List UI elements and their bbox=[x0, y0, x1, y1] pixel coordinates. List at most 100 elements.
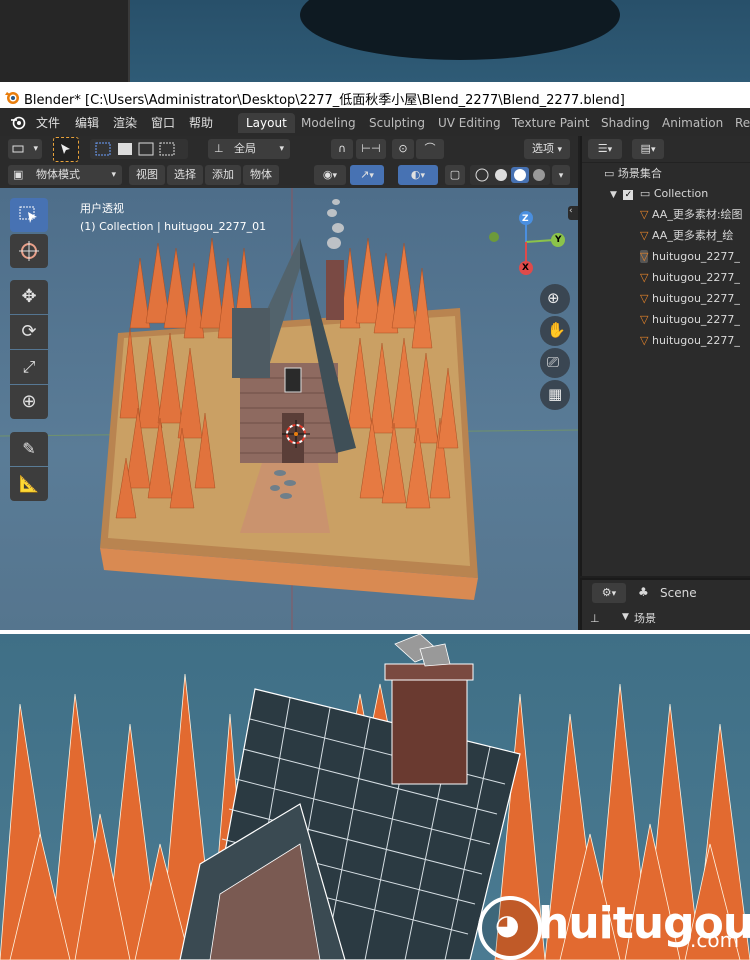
tab-rendering[interactable]: Re bbox=[727, 113, 750, 133]
ruler-icon: 📐 bbox=[19, 474, 39, 493]
previous-panel bbox=[0, 0, 130, 82]
grid-icon: ▦ bbox=[548, 385, 563, 403]
snap-target-dropdown[interactable]: ⊢⊣ bbox=[356, 139, 386, 159]
tab-shading[interactable]: Shading bbox=[593, 113, 658, 133]
tool-settings-dropdown[interactable]: ▾ bbox=[8, 139, 42, 159]
select-tweak-button[interactable] bbox=[53, 137, 79, 162]
measure-tool[interactable]: 📐 bbox=[10, 467, 48, 501]
sidebar-toggle[interactable]: ‹ bbox=[568, 206, 578, 220]
object-name: huitugou_2277_ bbox=[651, 250, 740, 263]
scene-section-header: 场景 bbox=[634, 612, 656, 625]
magnet-icon: ∩ bbox=[337, 142, 347, 155]
transform-tool[interactable]: ⊕ bbox=[10, 385, 48, 419]
proportional-editing-toggle[interactable]: ⊙ bbox=[392, 139, 414, 159]
scene-collection-row[interactable]: ▭ 场景集合 bbox=[604, 164, 662, 184]
window-titlebar: Blender* [C:\Users\Administrator\Desktop… bbox=[0, 86, 750, 108]
shading-modes[interactable] bbox=[470, 165, 550, 185]
3d-viewport[interactable]: 用户透视 (1) Collection | huitugou_2277_01 ✥… bbox=[0, 188, 578, 630]
expand-arrow-icon[interactable]: ▼ bbox=[610, 190, 617, 200]
transform-orientation-dropdown[interactable]: ⊥ 全局 ▾ bbox=[208, 139, 290, 159]
3d-cursor-icon bbox=[19, 241, 39, 261]
menu-add[interactable]: 添加 bbox=[205, 165, 241, 185]
menu-help[interactable]: 帮助 bbox=[189, 114, 213, 131]
chevron-down-icon: ▾ bbox=[611, 589, 617, 599]
options-label: 选项 bbox=[531, 142, 554, 155]
annotate-tool[interactable]: ✎ bbox=[10, 432, 48, 466]
collection-info: (1) Collection | huitugou_2277_01 bbox=[80, 220, 267, 233]
list-item[interactable]: ▽ AA_更多素材_绘 bbox=[640, 226, 733, 246]
scale-icon: ⤢ bbox=[22, 357, 36, 376]
selection-mode-buttons[interactable] bbox=[90, 139, 188, 159]
menu-render[interactable]: 渲染 bbox=[113, 114, 137, 131]
previous-render-strip bbox=[0, 0, 750, 82]
gizmo-toggle[interactable]: ↗▾ bbox=[350, 165, 384, 185]
menu-window[interactable]: 窗口 bbox=[151, 114, 175, 131]
object-name: AA_更多素材_绘 bbox=[651, 229, 734, 242]
menu-object[interactable]: 物体 bbox=[243, 165, 279, 185]
menu-view[interactable]: 视图 bbox=[129, 165, 165, 185]
tab-layout[interactable]: Layout bbox=[238, 113, 295, 133]
tool-icon bbox=[12, 145, 24, 153]
menu-select[interactable]: 选择 bbox=[167, 165, 203, 185]
object-mode-icon: ▣ bbox=[13, 168, 24, 181]
object-name: huitugou_2277_ bbox=[651, 334, 740, 347]
outliner-header: ☰▾ ▤▾ bbox=[582, 136, 750, 163]
menu-file[interactable]: 文件 bbox=[36, 114, 60, 131]
tab-modeling[interactable]: Modeling bbox=[293, 113, 364, 133]
list-item[interactable]: ▽ huitugou_2277_ bbox=[640, 268, 740, 288]
camera-view-button[interactable]: ⎚ bbox=[540, 348, 570, 378]
menu-edit[interactable]: 编辑 bbox=[75, 114, 99, 131]
falloff-dropdown[interactable]: ⌒ bbox=[416, 139, 444, 159]
chevron-down-icon: ▾ bbox=[332, 171, 338, 181]
move-tool[interactable]: ✥ bbox=[10, 280, 48, 314]
rotate-tool[interactable]: ⟳ bbox=[10, 315, 48, 349]
properties-panel: ⚙▾ ♣ Scene ▼ 场景 ⊥ bbox=[580, 578, 750, 632]
cursor-tool[interactable] bbox=[10, 234, 48, 268]
mesh-object-icon: ▽ bbox=[640, 313, 649, 326]
mode-dropdown[interactable]: ▣ 物体模式 ▾ bbox=[8, 165, 122, 185]
visibility-dropdown[interactable]: ◉▾ bbox=[314, 165, 346, 185]
options-dropdown[interactable]: 选项 ▾ bbox=[524, 139, 570, 159]
viewport-tool-header: ▾ ⊥ 全局 ▾ ∩ ⊢⊣ ⊙ ⌒ 选项 ▾ bbox=[0, 136, 578, 162]
pan-button[interactable]: ✋ bbox=[540, 316, 570, 346]
list-item[interactable]: ▽ huitugou_2277_ bbox=[640, 331, 740, 351]
snap-toggle[interactable]: ∩ bbox=[331, 139, 353, 159]
list-item[interactable]: ▽ huitugou_2277_ bbox=[640, 247, 740, 267]
display-mode-dropdown[interactable]: ▤▾ bbox=[632, 139, 664, 159]
collection-row[interactable]: ▼ ✓ ▭ Collection bbox=[610, 184, 708, 204]
blender-menu-icon[interactable] bbox=[10, 114, 26, 130]
tab-animation[interactable]: Animation bbox=[654, 113, 731, 133]
list-item[interactable]: ▽ AA_更多素材:绘图 bbox=[640, 205, 743, 225]
collection-label: Collection bbox=[653, 187, 709, 200]
mesh-object-icon: ▽ bbox=[640, 271, 649, 284]
zoom-button[interactable]: ⊕ bbox=[540, 284, 570, 314]
shading-options-dropdown[interactable]: ▾ bbox=[552, 165, 570, 185]
move-arrows-icon: ✥ bbox=[21, 286, 37, 307]
mesh-object-icon: ▽ bbox=[640, 334, 649, 347]
editor-type-dropdown[interactable]: ☰▾ bbox=[588, 139, 622, 159]
chevron-down-icon: ▾ bbox=[558, 171, 564, 181]
tab-sculpting[interactable]: Sculpting bbox=[361, 113, 433, 133]
select-box-tool[interactable] bbox=[10, 198, 48, 232]
chevron-down-icon: ▾ bbox=[33, 144, 38, 154]
checkbox-checked-icon[interactable]: ✓ bbox=[623, 190, 634, 200]
perspective-toggle-button[interactable]: ▦ bbox=[540, 380, 570, 410]
chevron-down-icon: ▾ bbox=[369, 171, 374, 181]
wireframe-render-image: ◕ huitugou .com bbox=[0, 634, 750, 960]
list-item[interactable]: ▽ huitugou_2277_ bbox=[640, 310, 740, 330]
tab-uv-editing[interactable]: UV Editing bbox=[430, 113, 509, 133]
mesh-object-icon: ▽ bbox=[640, 208, 649, 221]
properties-editor-dropdown[interactable]: ⚙▾ bbox=[592, 583, 626, 603]
object-name: huitugou_2277_ bbox=[651, 271, 740, 284]
xray-toggle[interactable]: ▢ bbox=[445, 165, 465, 185]
tool-shelf: ✥ ⟳ ⤢ ⊕ ✎ 📐 bbox=[8, 198, 50, 501]
scale-tool[interactable]: ⤢ bbox=[10, 350, 48, 384]
overlays-toggle[interactable]: ◐▾ bbox=[398, 165, 438, 185]
tab-texture-paint[interactable]: Texture Paint bbox=[504, 113, 597, 133]
expand-arrow-icon[interactable]: ▼ bbox=[622, 612, 629, 622]
chevron-down-icon: ▾ bbox=[279, 144, 284, 154]
menubar: 文件 编辑 渲染 窗口 帮助 Layout Modeling Sculpting… bbox=[0, 108, 750, 136]
shading-mode-icons bbox=[475, 167, 545, 183]
list-item[interactable]: ▽ huitugou_2277_ bbox=[640, 289, 740, 309]
pin-icon[interactable]: ⊥ bbox=[590, 612, 600, 625]
